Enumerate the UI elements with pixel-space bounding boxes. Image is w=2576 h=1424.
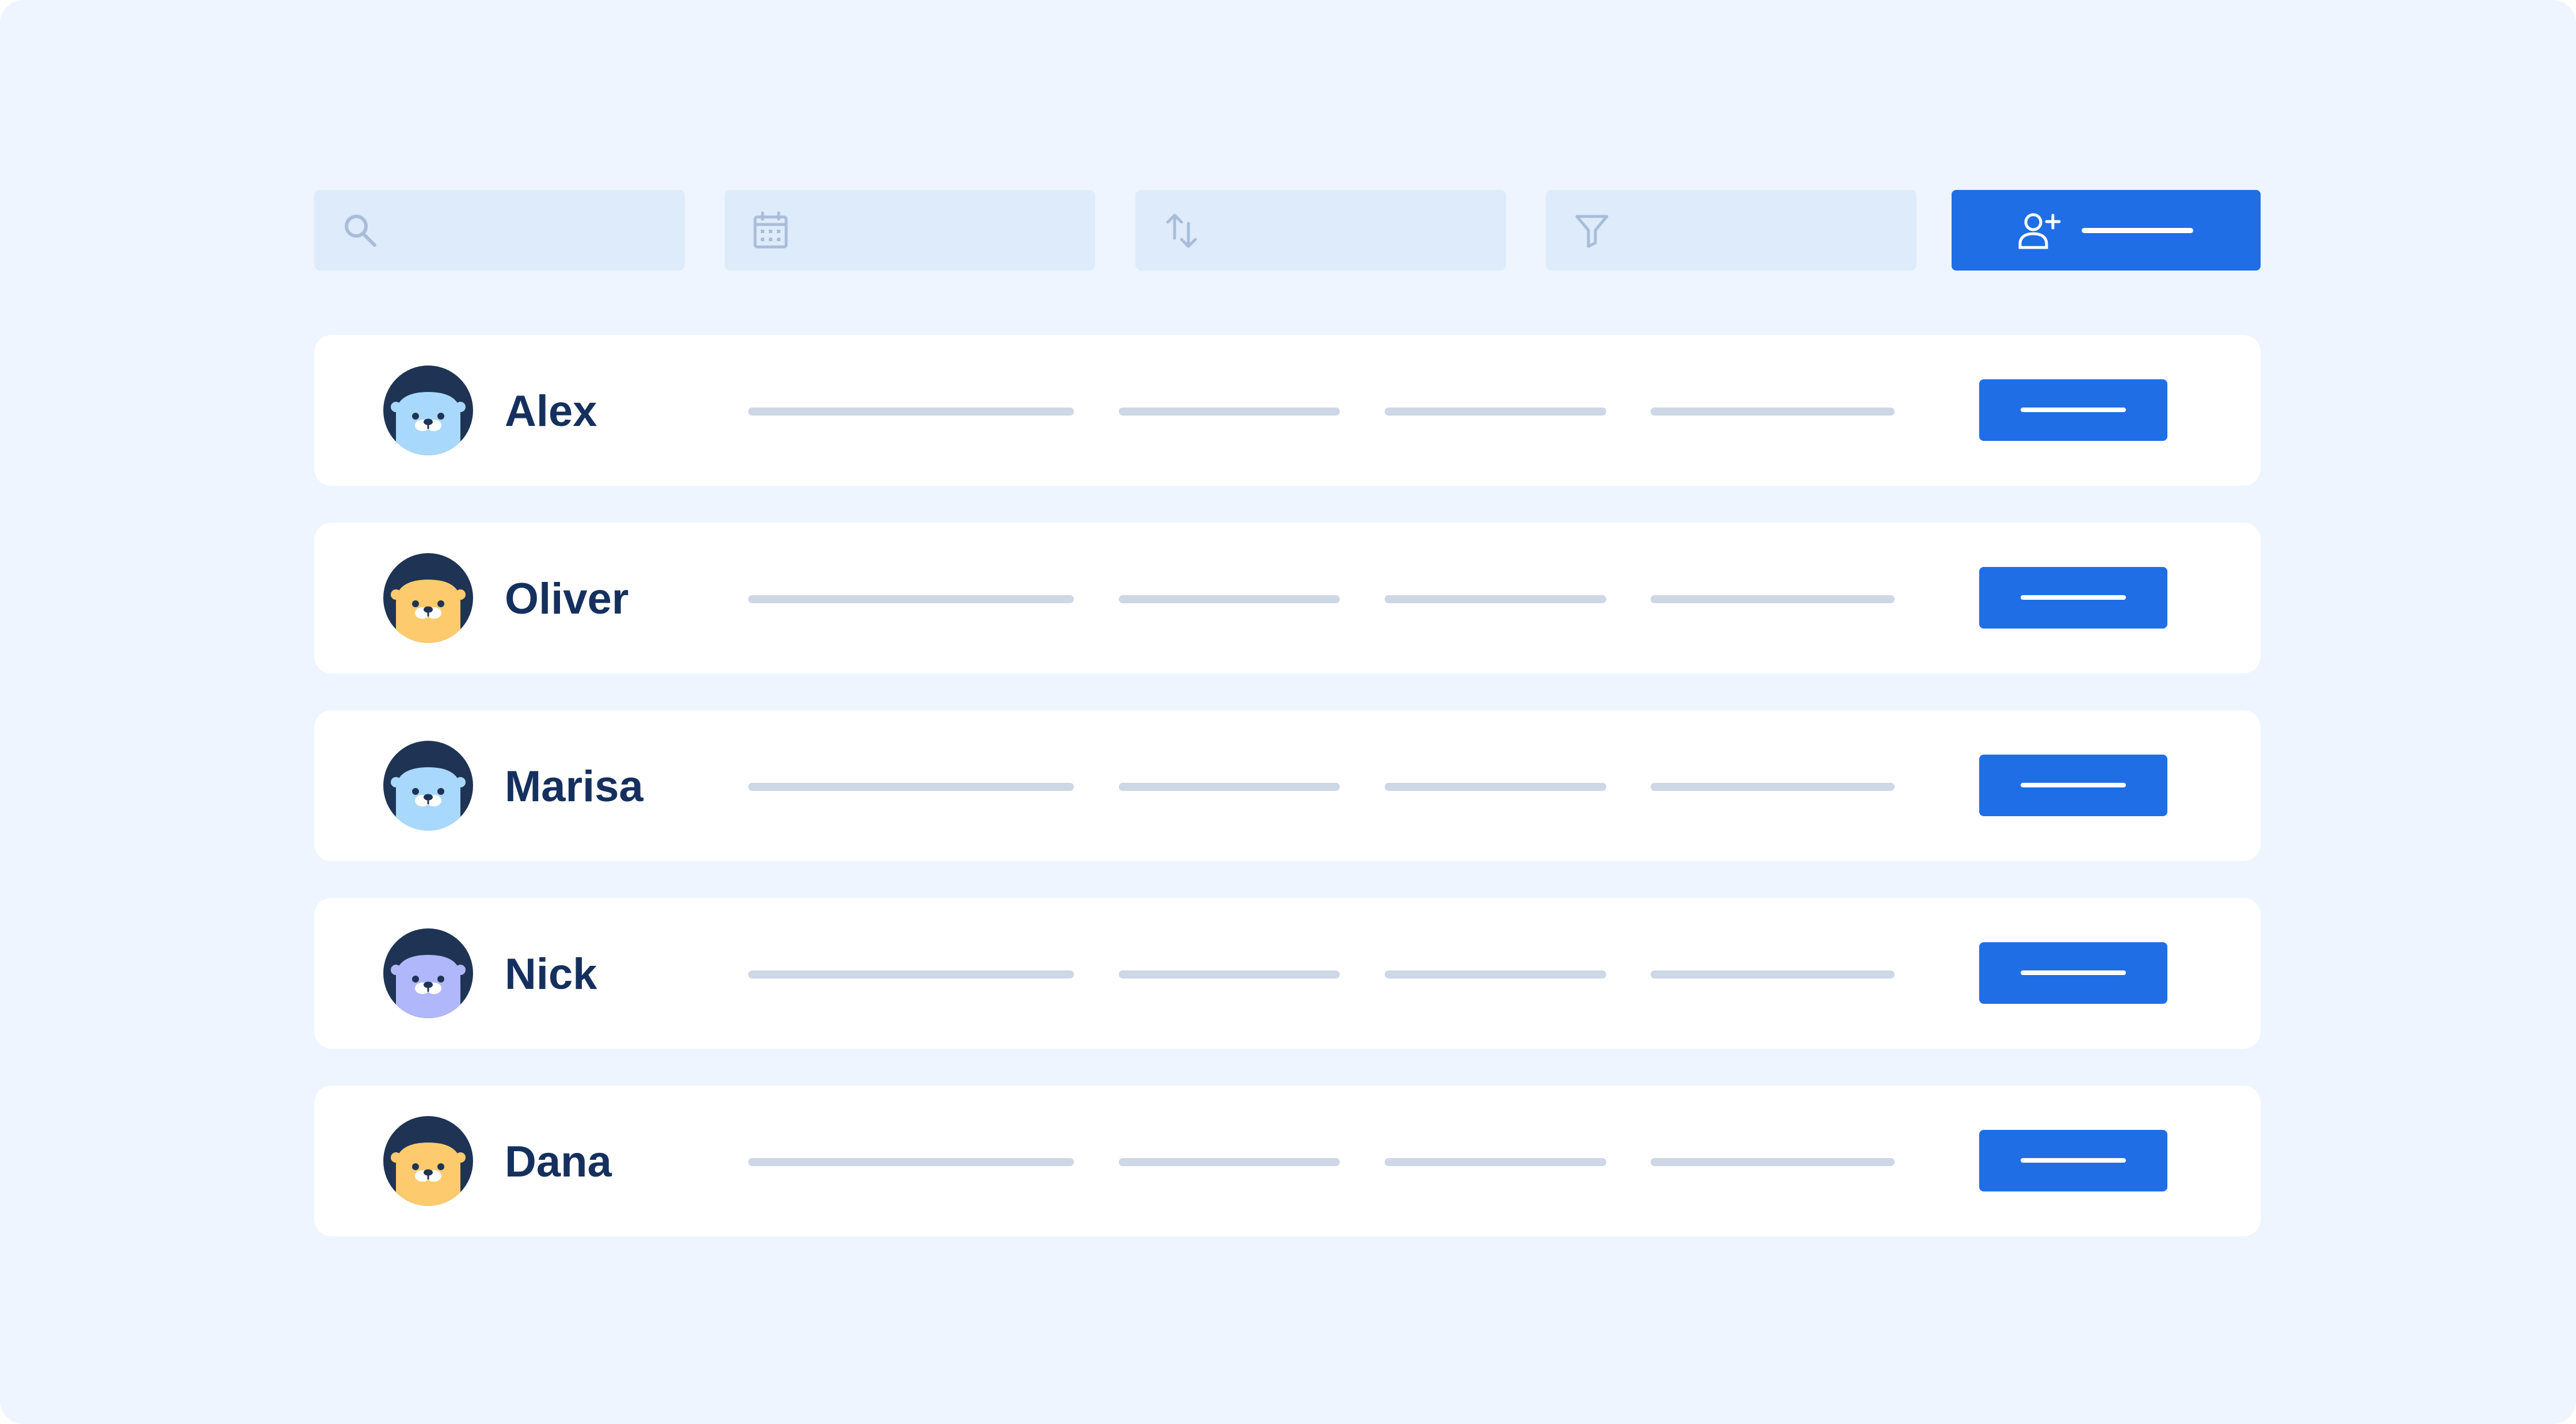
toolbar (314, 190, 2261, 271)
placeholder-line (748, 1158, 1074, 1166)
add-user-button[interactable] (1952, 190, 2261, 271)
user-row[interactable]: Alex (314, 335, 2261, 486)
filter-control[interactable] (1546, 190, 1916, 271)
search-input[interactable] (314, 190, 685, 271)
sort-arrows-icon (1166, 214, 1197, 248)
user-row[interactable]: Nick (314, 898, 2261, 1049)
placeholder-line (1119, 1158, 1340, 1166)
placeholder-line (748, 595, 1074, 603)
row-action-button-label (2021, 595, 2126, 600)
placeholder-line (1385, 783, 1606, 791)
otter-avatar (383, 553, 473, 643)
date-picker[interactable] (725, 190, 1095, 271)
placeholder-line (1385, 408, 1606, 416)
search-icon (345, 215, 376, 247)
placeholder-line (1119, 783, 1340, 791)
placeholder-line (1651, 783, 1895, 791)
placeholder-line (1385, 970, 1606, 978)
otter-avatar (383, 928, 473, 1018)
user-name: Oliver (505, 574, 629, 623)
row-action-button[interactable] (1979, 942, 2167, 1004)
otter-avatar (383, 365, 473, 455)
placeholder-line (1651, 970, 1895, 978)
placeholder-line (1119, 595, 1340, 603)
otter-avatar (383, 741, 473, 831)
placeholder-line (748, 783, 1074, 791)
placeholder-line (1651, 1158, 1895, 1166)
add-user-button-label (2082, 228, 2193, 233)
row-action-button-label (2021, 1158, 2126, 1163)
placeholder-line (1651, 408, 1895, 416)
row-action-button[interactable] (1979, 567, 2167, 629)
placeholder-line (1385, 595, 1606, 603)
user-row[interactable]: Marisa (314, 710, 2261, 861)
add-user-icon (2018, 213, 2061, 249)
row-action-button[interactable] (1979, 1130, 2167, 1191)
user-name: Nick (505, 950, 597, 999)
user-name: Alex (505, 387, 597, 436)
placeholder-line (1119, 970, 1340, 978)
user-name: Dana (505, 1137, 612, 1186)
sort-control[interactable] (1135, 190, 1506, 271)
placeholder-line (748, 970, 1074, 978)
placeholder-line (1651, 595, 1895, 603)
row-action-button[interactable] (1979, 755, 2167, 816)
user-name: Marisa (505, 762, 643, 811)
placeholder-line (1385, 1158, 1606, 1166)
user-list: Alex Oliver Marisa Nick Dana (314, 335, 2261, 1273)
app-canvas: Alex Oliver Marisa Nick Dana (0, 0, 2576, 1424)
user-row[interactable]: Dana (314, 1086, 2261, 1236)
row-action-button-label (2021, 408, 2126, 412)
row-action-button-label (2021, 970, 2126, 975)
filter-icon (1575, 215, 1609, 248)
row-action-button[interactable] (1979, 379, 2167, 441)
calendar-icon (753, 211, 788, 249)
user-row[interactable]: Oliver (314, 523, 2261, 673)
placeholder-line (748, 408, 1074, 416)
placeholder-line (1119, 408, 1340, 416)
row-action-button-label (2021, 783, 2126, 787)
otter-avatar (383, 1116, 473, 1206)
